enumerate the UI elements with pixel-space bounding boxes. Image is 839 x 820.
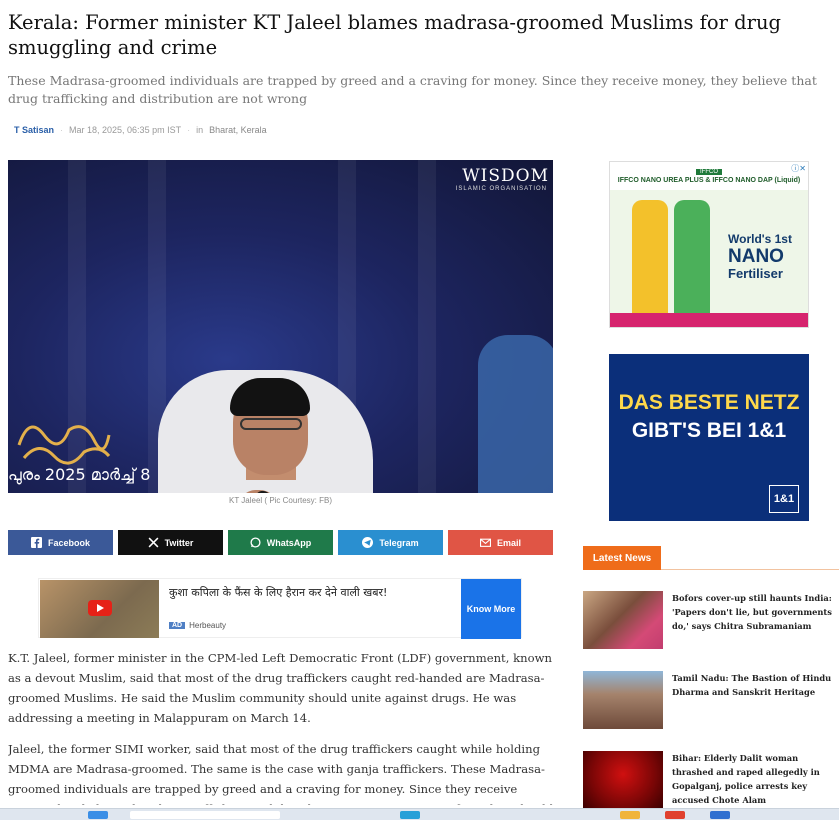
- share-facebook-button[interactable]: Facebook: [8, 530, 113, 555]
- byline: T Satisan · Mar 18, 2025, 06:35 pm IST ·…: [8, 123, 267, 137]
- image-logo-sub: ISLAMIC ORGANISATION: [455, 186, 547, 192]
- article-subhead: These Madrasa-groomed individuals are tr…: [8, 73, 817, 106]
- share-facebook-label: Facebook: [47, 537, 90, 548]
- curtain-fold: [418, 160, 436, 493]
- taskbar-app-icon[interactable]: [620, 811, 640, 819]
- ad-headline-2: GIBT'S BEI 1&1: [631, 419, 787, 442]
- ad-headline[interactable]: कुशा कपिला के फैंस के लिए हैरान कर देने …: [169, 585, 387, 600]
- share-telegram-label: Telegram: [379, 537, 419, 548]
- news-thumbnail[interactable]: [583, 591, 663, 649]
- share-twitter-label: Twitter: [164, 537, 194, 548]
- ad-footer-strip: [610, 313, 808, 327]
- latest-news-tab[interactable]: Latest News: [583, 546, 661, 570]
- x-icon: [148, 537, 159, 548]
- telegram-icon: [362, 537, 374, 548]
- ad-thumbnail[interactable]: [40, 580, 159, 638]
- speaker-hair: [230, 378, 310, 416]
- article-paragraph: K.T. Jaleel, former minister in the CPM-…: [8, 651, 552, 725]
- taskbar-app-icon[interactable]: [400, 811, 420, 819]
- know-more-button[interactable]: Know More: [461, 579, 521, 639]
- byline-in-label: in: [196, 125, 204, 135]
- share-email-button[interactable]: Email: [448, 530, 553, 555]
- ad-logo: 1&1: [769, 485, 799, 513]
- share-twitter-button[interactable]: Twitter: [118, 530, 223, 555]
- byline-separator: ·: [60, 125, 64, 135]
- ad-tagline-3: Fertiliser: [728, 266, 783, 281]
- sidebar-ad-telecom[interactable]: DAS BESTE NETZ GIBT'S BEI 1&1 1&1: [609, 354, 809, 521]
- hero-image: WISDOM ISLAMIC ORGANISATION പുരം 2025 മാ…: [8, 160, 553, 493]
- background-person: [478, 335, 553, 493]
- share-whatsapp-button[interactable]: WhatsApp: [228, 530, 333, 555]
- latest-news-item[interactable]: Tamil Nadu: The Bastion of Hindu Dharma …: [583, 671, 839, 729]
- share-whatsapp-label: WhatsApp: [266, 537, 312, 548]
- email-icon: [479, 538, 491, 547]
- latest-news-item[interactable]: Bofors cover-up still haunts India: 'Pap…: [583, 591, 839, 649]
- author-link[interactable]: T Satisan: [8, 125, 54, 135]
- news-thumbnail[interactable]: [583, 751, 663, 809]
- news-title[interactable]: Tamil Nadu: The Bastion of Hindu Dharma …: [672, 671, 832, 699]
- taskbar-app-icon[interactable]: [710, 811, 730, 819]
- adchoices-icon[interactable]: ⓘ✕: [791, 163, 806, 174]
- share-bar: Facebook Twitter WhatsApp Telegram Email: [8, 530, 553, 555]
- taskbar-search[interactable]: [130, 811, 280, 819]
- byline-separator: ·: [187, 125, 191, 135]
- image-caption: KT Jaleel ( Pic Courtesy: FB): [229, 496, 332, 505]
- taskbar: [0, 808, 839, 820]
- article-headline: Kerala: Former minister KT Jaleel blames…: [8, 11, 782, 59]
- event-calligraphy-logo: [14, 410, 114, 470]
- inline-ad[interactable]: कुशा कपिला के फैंस के लिए हैरान कर देने …: [38, 578, 522, 639]
- latest-news-item[interactable]: Bihar: Elderly Dalit woman thrashed and …: [583, 751, 839, 809]
- image-logo: WISDOM: [462, 166, 549, 186]
- ad-source-name: Herbeauty: [189, 621, 227, 630]
- news-title[interactable]: Bofors cover-up still haunts India: 'Pap…: [672, 591, 832, 633]
- speaker-glasses: [240, 418, 302, 430]
- ad-source: AD Herbeauty: [169, 621, 226, 630]
- event-date-text: പുരം 2025 മാർച്ച് 8: [8, 465, 151, 484]
- share-telegram-button[interactable]: Telegram: [338, 530, 443, 555]
- ad-tagline-2: NANO: [728, 246, 784, 267]
- ad-tagline-1: World's 1st: [728, 232, 792, 246]
- ad-topbar: IFFCO IFFCO NANO UREA PLUS & IFFCO NANO …: [610, 162, 808, 190]
- news-thumbnail[interactable]: [583, 671, 663, 729]
- whatsapp-icon: [250, 537, 261, 548]
- play-icon: [88, 600, 112, 616]
- taskbar-app-icon[interactable]: [665, 811, 685, 819]
- product-bottle-icon: [632, 200, 668, 320]
- ad-product-name: IFFCO NANO UREA PLUS & IFFCO NANO DAP (L…: [617, 176, 801, 184]
- taskbar-app-icon[interactable]: [88, 811, 108, 819]
- product-bottle-icon: [674, 200, 710, 320]
- share-email-label: Email: [496, 537, 521, 548]
- ad-brand: IFFCO: [696, 168, 722, 175]
- facebook-icon: [30, 537, 42, 548]
- publish-date: Mar 18, 2025, 06:35 pm IST: [69, 125, 182, 135]
- news-title[interactable]: Bihar: Elderly Dalit woman thrashed and …: [672, 751, 832, 807]
- latest-news-header: Latest News: [583, 546, 839, 570]
- article-paragraph: Jaleel, the former SIMI worker, said tha…: [8, 742, 553, 805]
- category-links[interactable]: Bharat, Kerala: [209, 125, 267, 135]
- sidebar-ad-fertiliser[interactable]: ⓘ✕ IFFCO IFFCO NANO UREA PLUS & IFFCO NA…: [609, 161, 809, 328]
- ad-badge: AD: [169, 622, 186, 629]
- ad-headline-1: DAS BESTE NETZ: [618, 391, 800, 414]
